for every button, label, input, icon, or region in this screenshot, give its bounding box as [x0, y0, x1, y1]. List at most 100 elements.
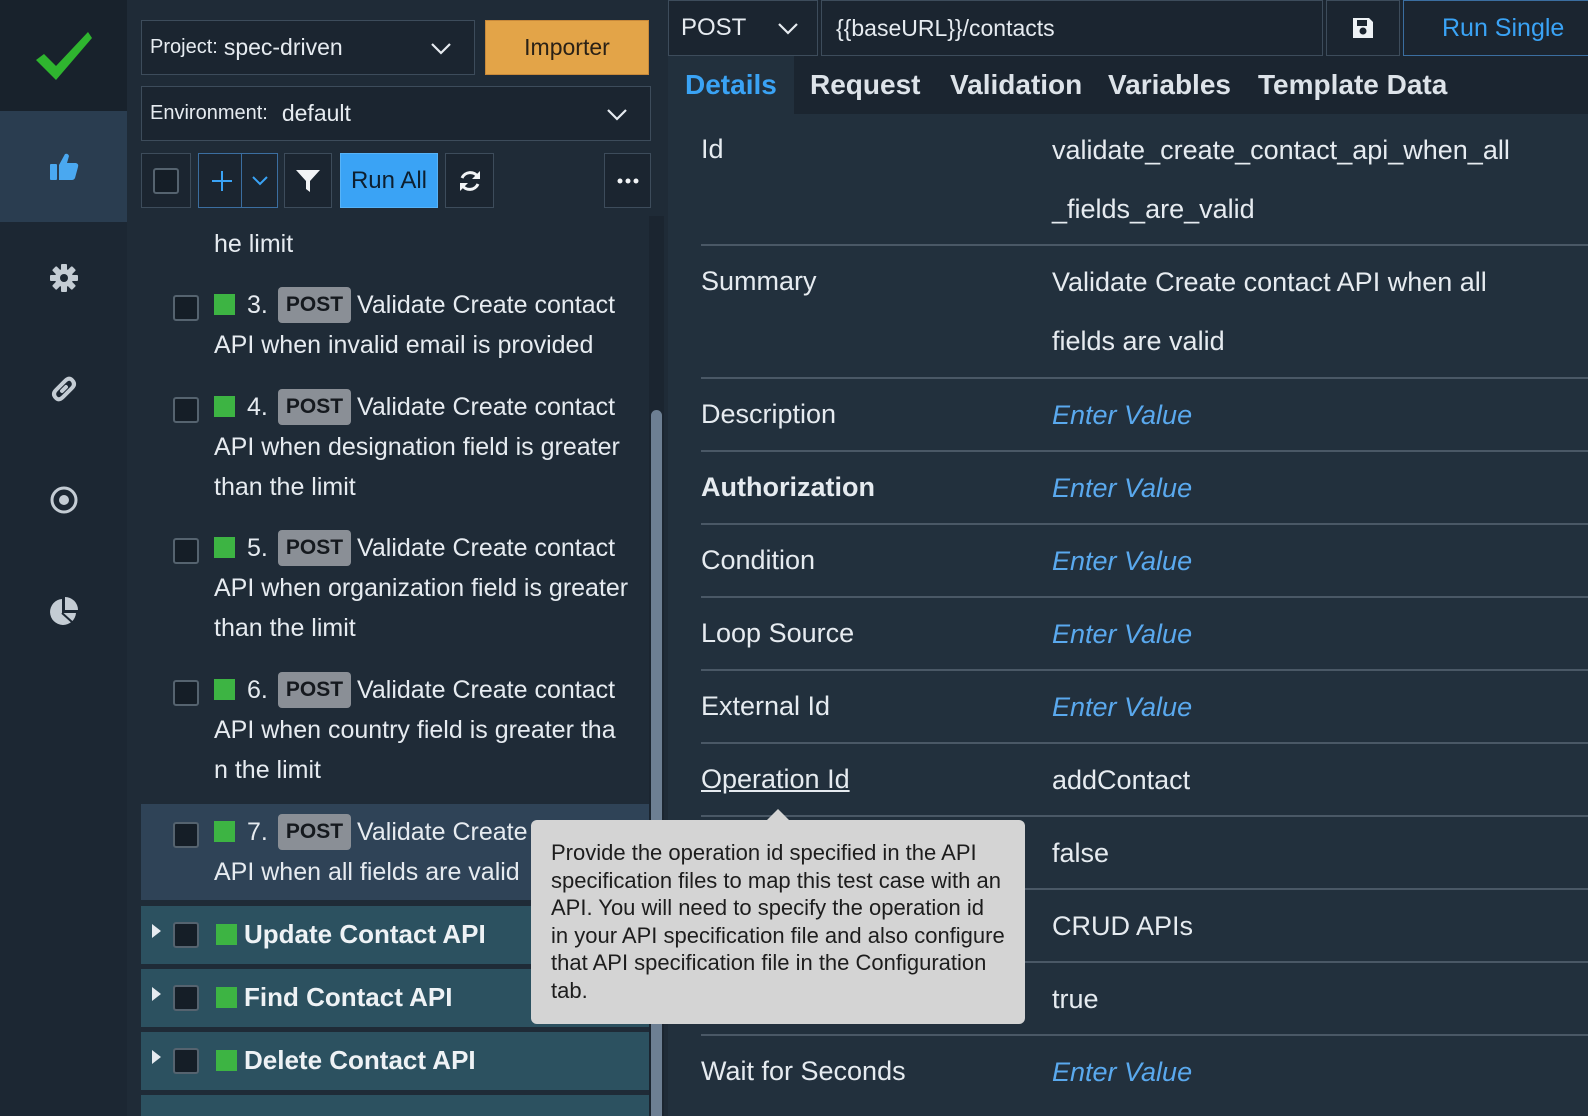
field-value[interactable]: Enter Value: [1052, 1043, 1522, 1102]
field-value[interactable]: Enter Value: [1052, 459, 1522, 518]
pie-chart-icon: [49, 596, 78, 625]
group-checkbox[interactable]: [173, 922, 199, 948]
save-button[interactable]: [1326, 0, 1400, 56]
expand-caret-icon[interactable]: [152, 924, 161, 938]
field-value[interactable]: Validate Create contact API when all fie…: [1052, 253, 1522, 371]
checkmark-logo-icon: [35, 31, 92, 80]
case-checkbox[interactable]: [173, 295, 199, 321]
case-title-line: Validate Create contact: [357, 393, 616, 421]
method-badge: POST: [277, 814, 352, 850]
tab-details[interactable]: Details: [668, 56, 794, 114]
status-pass-indicator: [214, 679, 235, 700]
filter-icon: [296, 169, 320, 192]
case-title-line: Validate Create contact: [357, 534, 616, 562]
method-value: POST: [681, 14, 747, 41]
case-title: 4. POST Validate Create contact API when d…: [214, 387, 645, 507]
case-title-tail: he limit: [214, 230, 294, 258]
field-value[interactable]: validate_create_contact_api_when_all_fie…: [1052, 121, 1522, 239]
group-checkbox[interactable]: [173, 985, 199, 1011]
case-title: 3. POST Validate Create contact API when i…: [214, 285, 645, 365]
nav-links[interactable]: [0, 333, 127, 444]
app-logo: [0, 0, 127, 111]
tooltip-arrow: [767, 809, 789, 820]
field-row-operation-id: Operation Id addContact: [701, 744, 1588, 817]
nav-reports[interactable]: [0, 555, 127, 666]
tab-request[interactable]: Request: [810, 56, 920, 114]
case-number: 6.: [247, 676, 268, 704]
chevron-down-icon: [778, 23, 798, 35]
field-value[interactable]: Enter Value: [1052, 678, 1522, 737]
field-value[interactable]: Enter Value: [1052, 532, 1522, 591]
list-item[interactable]: 3. POST Validate Create contact API when i…: [141, 285, 649, 367]
method-badge: POST: [277, 672, 352, 708]
target-icon: [50, 486, 77, 513]
field-label: Description: [701, 399, 837, 429]
details-tabs: Details Request Validation Variables Tem…: [668, 56, 1588, 114]
icon-rail: [0, 0, 127, 1116]
field-label: Loop Source: [701, 618, 855, 648]
field-label: External Id: [701, 691, 831, 721]
environment-select[interactable]: Environment: default: [141, 86, 651, 141]
tab-variables[interactable]: Variables: [1108, 56, 1231, 114]
tab-template-data[interactable]: Template Data: [1258, 56, 1447, 114]
field-row-loop-source: Loop Source Enter Value: [701, 598, 1588, 671]
case-checkbox[interactable]: [173, 822, 199, 848]
field-label: Summary: [701, 266, 817, 296]
case-title: 6. POST Validate Create contact API when c…: [214, 670, 645, 790]
list-item[interactable]: he limit: [141, 224, 649, 264]
group-label: Find Contact API: [244, 982, 453, 1012]
importer-button[interactable]: Importer: [485, 20, 649, 75]
case-title-line: API when organization field is greater: [214, 574, 629, 602]
list-item[interactable]: 4. POST Validate Create contact API when d…: [141, 387, 649, 509]
run-all-button[interactable]: Run All: [340, 153, 438, 208]
field-value[interactable]: addContact: [1052, 751, 1522, 810]
filter-button[interactable]: [284, 153, 332, 208]
nav-thumbs-up[interactable]: [0, 111, 127, 222]
group-partial[interactable]: [141, 1095, 649, 1116]
nav-settings[interactable]: [0, 222, 127, 333]
select-all-checkbox[interactable]: [141, 153, 191, 208]
tab-validation[interactable]: Validation: [950, 56, 1082, 114]
link-icon: [51, 376, 76, 401]
field-label[interactable]: Operation Id: [701, 764, 850, 795]
project-select[interactable]: Project: spec-driven: [141, 20, 475, 75]
environment-label: Environment:: [150, 102, 268, 124]
chevron-down-icon: [252, 176, 268, 186]
field-label: Condition: [701, 545, 816, 575]
field-row-wait-for-seconds: Wait for Seconds Enter Value: [701, 1036, 1588, 1109]
field-value[interactable]: false: [1052, 824, 1522, 883]
field-label: Id: [701, 134, 724, 164]
chevron-down-icon: [607, 109, 627, 121]
field-value[interactable]: Enter Value: [1052, 386, 1522, 445]
list-item[interactable]: 5. POST Validate Create contact API when o…: [141, 528, 649, 650]
add-test-case-button[interactable]: [198, 153, 278, 208]
checkbox-box: [153, 167, 179, 194]
group-label: Update Contact API: [244, 919, 486, 949]
expand-caret-icon[interactable]: [152, 987, 161, 1001]
url-input[interactable]: {{baseURL}}/contacts: [821, 0, 1323, 56]
group-checkbox[interactable]: [173, 1048, 199, 1074]
field-value[interactable]: true: [1052, 970, 1522, 1029]
environment-value: default: [281, 100, 351, 126]
field-row-summary: Summary Validate Create contact API when…: [701, 246, 1588, 379]
run-single-button[interactable]: Run Single: [1403, 0, 1588, 56]
field-value[interactable]: Enter Value: [1052, 605, 1522, 664]
case-checkbox[interactable]: [173, 397, 199, 423]
more-options-button[interactable]: [604, 153, 651, 208]
expand-caret-icon[interactable]: [152, 1050, 161, 1064]
nav-target[interactable]: [0, 444, 127, 555]
field-value[interactable]: CRUD APIs: [1052, 897, 1522, 956]
case-checkbox[interactable]: [173, 538, 199, 564]
case-title-line: than the limit: [214, 473, 356, 501]
list-item[interactable]: 6. POST Validate Create contact API when c…: [141, 670, 649, 792]
case-checkbox[interactable]: [173, 680, 199, 706]
method-select[interactable]: POST: [668, 0, 818, 56]
group-delete-contact-api[interactable]: Delete Contact API: [141, 1032, 649, 1090]
group-label: Delete Contact API: [244, 1045, 476, 1075]
request-bar: POST {{baseURL}}/contacts Run Single: [668, 0, 1588, 56]
case-number: 3.: [247, 291, 268, 319]
floppy-disk-icon: [1353, 18, 1373, 38]
field-row-id: Id validate_create_contact_api_when_all_…: [701, 114, 1588, 246]
field-row-condition: Condition Enter Value: [701, 525, 1588, 598]
refresh-button[interactable]: [445, 153, 494, 208]
